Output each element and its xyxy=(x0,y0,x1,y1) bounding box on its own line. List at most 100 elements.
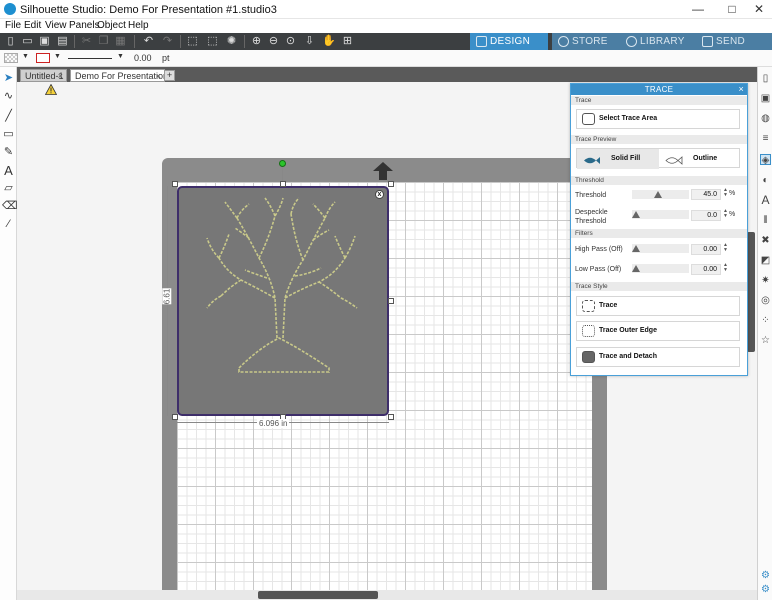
trace-sun-icon[interactable]: ✺ xyxy=(225,35,238,48)
select-arrow-icon[interactable]: ➤ xyxy=(2,72,15,85)
zoom-out-icon[interactable]: ⊖ xyxy=(267,35,280,48)
close-tab-icon[interactable]: × xyxy=(156,70,161,81)
line-tool-icon[interactable]: ╱ xyxy=(2,110,15,123)
text-panel-icon[interactable]: A xyxy=(760,194,771,206)
close-panel-icon[interactable]: × xyxy=(738,84,744,95)
doc-tab-demo[interactable]: Demo For Presentation...× xyxy=(70,69,165,82)
paste-icon[interactable]: ▦ xyxy=(114,35,127,48)
line-color-dropdown-icon[interactable]: ▼ xyxy=(54,53,61,60)
select-all-icon[interactable]: ⬚ xyxy=(186,35,199,48)
new-file-icon[interactable]: ▯ xyxy=(4,35,17,48)
trace-panel-icon[interactable]: ◈ xyxy=(760,154,771,166)
preferences-gear-icon[interactable]: ⚙ xyxy=(760,584,771,595)
deselect-icon[interactable]: ⬚ xyxy=(206,35,219,48)
redo-icon[interactable]: ↷ xyxy=(161,35,174,48)
replicate-panel-icon[interactable]: ✖ xyxy=(760,235,771,246)
trace-button[interactable]: Trace xyxy=(576,296,740,316)
open-folder-icon[interactable]: ▭ xyxy=(21,35,34,48)
resize-handle[interactable] xyxy=(388,181,394,187)
pencil-tool-icon[interactable]: ✎ xyxy=(2,146,15,159)
zoom-in-icon[interactable]: ⊕ xyxy=(250,35,263,48)
pan-hand-icon[interactable]: ✋ xyxy=(322,35,336,48)
transform-panel-icon[interactable]: ◩ xyxy=(760,255,771,266)
knife-tool-icon[interactable]: ⁄ xyxy=(2,218,15,231)
zoom-select-icon[interactable]: ⊙ xyxy=(284,35,297,48)
star-burst-icon[interactable]: ✷ xyxy=(760,275,771,286)
move-down-icon[interactable]: ⇩ xyxy=(303,35,316,48)
threshold-slider[interactable] xyxy=(632,190,689,199)
fill-color-swatch[interactable] xyxy=(4,53,18,63)
menu-edit[interactable]: Edit xyxy=(24,20,41,31)
page-setup-icon[interactable]: ▯ xyxy=(760,73,771,84)
print-icon[interactable]: ▤ xyxy=(56,35,69,48)
copy-icon[interactable]: ❐ xyxy=(97,35,110,48)
fit-page-icon[interactable]: ⊞ xyxy=(341,35,354,48)
tab-store[interactable]: STORE xyxy=(552,33,620,50)
menu-panels[interactable]: Panels xyxy=(69,20,100,31)
add-tab-button[interactable]: + xyxy=(164,70,175,81)
vertical-scroll-thumb[interactable] xyxy=(747,232,755,352)
tab-send[interactable]: SEND xyxy=(696,33,772,50)
tab-library[interactable]: LIBRARY xyxy=(620,33,696,50)
close-button[interactable]: ✕ xyxy=(745,1,772,18)
maximize-button[interactable]: □ xyxy=(718,1,746,18)
line-color-swatch[interactable] xyxy=(36,53,50,63)
fill-panel-icon[interactable]: ◍ xyxy=(760,113,771,124)
menu-view[interactable]: View xyxy=(45,20,67,31)
contrast-panel-icon[interactable]: ◐ xyxy=(760,175,771,186)
low-pass-input[interactable]: 0.00 xyxy=(691,264,721,275)
line-panel-icon[interactable]: ≡ xyxy=(760,133,771,144)
high-pass-slider-knob[interactable] xyxy=(632,245,640,252)
traced-image[interactable] xyxy=(177,186,389,416)
fill-tool-icon[interactable]: ▱ xyxy=(2,182,15,195)
select-trace-area-button[interactable]: Select Trace Area xyxy=(576,109,740,129)
tab-design[interactable]: DESIGN xyxy=(470,33,548,50)
fill-dropdown-icon[interactable]: ▼ xyxy=(22,53,29,60)
line-style-preview[interactable] xyxy=(68,58,112,59)
line-width-value[interactable]: 0.00 xyxy=(134,53,152,63)
point-edit-icon[interactable]: ∿ xyxy=(2,90,15,103)
warning-icon[interactable] xyxy=(44,83,58,95)
save-icon[interactable]: ▣ xyxy=(38,35,51,48)
modify-panel-icon[interactable]: ◎ xyxy=(760,295,771,306)
resize-handle[interactable] xyxy=(280,181,286,187)
horizontal-scroll-thumb[interactable] xyxy=(258,591,378,599)
text-tool-icon[interactable]: A xyxy=(2,164,15,177)
despeckle-slider[interactable] xyxy=(632,210,689,219)
resize-handle[interactable] xyxy=(172,181,178,187)
trace-panel-header[interactable]: TRACE × xyxy=(571,84,747,95)
low-pass-slider-knob[interactable] xyxy=(632,265,640,272)
threshold-input[interactable]: 45.0 xyxy=(691,189,721,200)
despeckle-input[interactable]: 0.0 xyxy=(691,210,721,221)
low-pass-slider[interactable] xyxy=(632,264,689,273)
rectangle-tool-icon[interactable]: ▭ xyxy=(2,128,15,141)
undo-icon[interactable]: ↶ xyxy=(142,35,155,48)
menu-object[interactable]: Object xyxy=(97,20,126,31)
delete-object-icon[interactable]: x xyxy=(375,190,384,199)
low-pass-stepper[interactable]: ▲ ▼ xyxy=(723,263,728,273)
doc-tab-untitled[interactable]: Untitled-1 × xyxy=(20,69,67,82)
cut-icon[interactable]: ✂ xyxy=(80,35,93,48)
horizontal-scrollbar[interactable] xyxy=(17,590,757,600)
solid-fill-option[interactable]: Solid Fill xyxy=(577,149,659,169)
settings-gear-icon[interactable]: ⚙ xyxy=(760,570,771,581)
dots-panel-icon[interactable]: ⁘ xyxy=(760,315,771,326)
close-tab-icon[interactable]: × xyxy=(58,70,63,81)
outline-option[interactable]: Outline xyxy=(659,149,739,169)
minimize-button[interactable]: — xyxy=(684,1,712,18)
eraser-tool-icon[interactable]: ⌫ xyxy=(2,200,18,213)
threshold-slider-knob[interactable] xyxy=(654,191,662,198)
high-pass-stepper[interactable]: ▲ ▼ xyxy=(723,243,728,253)
despeckle-stepper[interactable]: ▲ ▼ xyxy=(723,209,728,219)
resize-handle[interactable] xyxy=(172,414,178,420)
star-outline-icon[interactable]: ☆ xyxy=(760,335,771,346)
resize-handle[interactable] xyxy=(388,298,394,304)
image-panel-icon[interactable]: ▣ xyxy=(760,93,771,104)
trace-outer-edge-button[interactable]: Trace Outer Edge xyxy=(576,321,740,341)
menu-file[interactable]: File xyxy=(5,20,21,31)
high-pass-slider[interactable] xyxy=(632,244,689,253)
line-style-dropdown-icon[interactable]: ▼ xyxy=(117,53,124,60)
menu-help[interactable]: Help xyxy=(128,20,149,31)
resize-handle[interactable] xyxy=(388,414,394,420)
threshold-stepper[interactable]: ▲ ▼ xyxy=(723,188,728,198)
